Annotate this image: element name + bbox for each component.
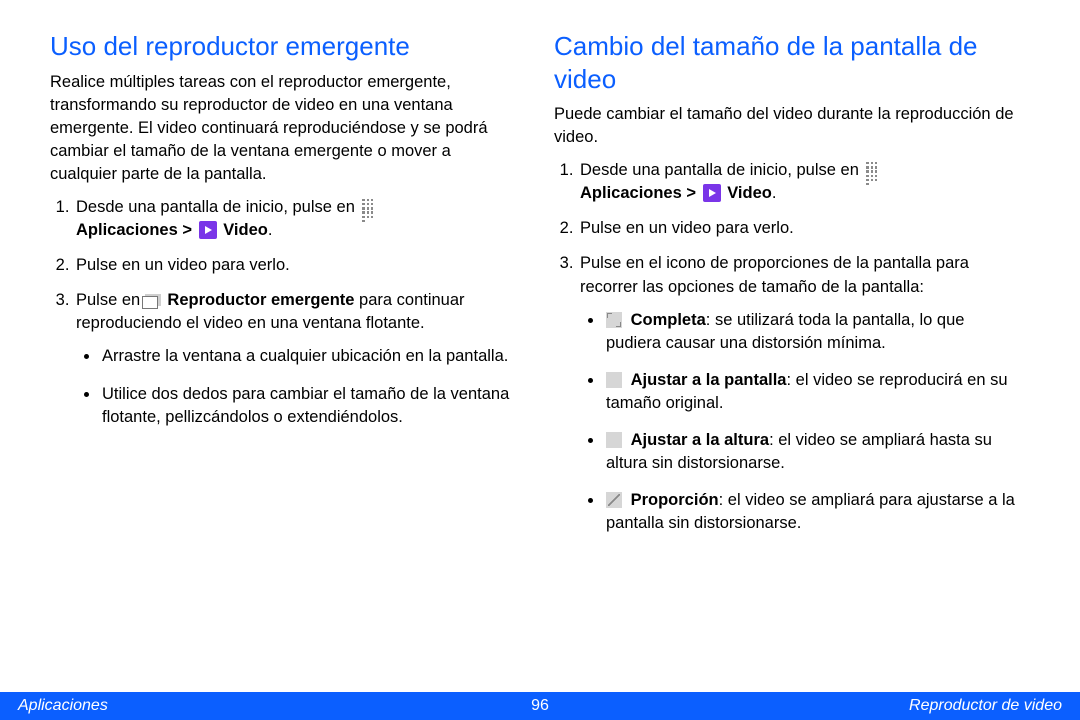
sub-bullets: Arrastre la ventana a cualquier ubicació…: [76, 345, 520, 428]
video-label: Video: [223, 221, 268, 239]
apps-label: Aplicaciones >: [76, 221, 192, 239]
opt-label: Ajustar a la pantalla: [631, 371, 787, 389]
apps-grid-icon: [865, 161, 881, 177]
apps-grid-icon: [361, 198, 377, 214]
manual-page: Uso del reproductor emergente Realice mú…: [0, 0, 1080, 720]
video-label: Video: [727, 184, 772, 202]
left-column: Uso del reproductor emergente Realice mú…: [50, 30, 520, 549]
step-text: Pulse en el icono de proporciones de la …: [580, 254, 969, 295]
video-play-icon: [703, 184, 721, 202]
opt-label: Completa: [631, 311, 706, 329]
heading-popup-player: Uso del reproductor emergente: [50, 30, 520, 63]
intro-paragraph: Puede cambiar el tamaño del video durant…: [554, 103, 1024, 149]
opt-fit-height: Ajustar a la altura: el video se ampliar…: [604, 429, 1024, 475]
step-text: Pulse en: [76, 291, 140, 309]
popup-window-icon: [145, 294, 161, 306]
fit-height-icon: [606, 432, 622, 448]
fullscreen-icon: [606, 312, 622, 328]
step-3: Pulse en el icono de proporciones de la …: [578, 252, 1024, 535]
steps-list: Desde una pantalla de inicio, pulse en A…: [554, 159, 1024, 535]
bullet-drag: Arrastre la ventana a cualquier ubicació…: [100, 345, 520, 368]
aspect-options: Completa: se utilizará toda la pantalla,…: [580, 309, 1024, 536]
page-number: 96: [0, 697, 1080, 715]
apps-label: Aplicaciones >: [580, 184, 696, 202]
fit-screen-icon: [606, 372, 622, 388]
step-1: Desde una pantalla de inicio, pulse en A…: [74, 196, 520, 242]
step-3: Pulse en Reproductor emergente para cont…: [74, 289, 520, 428]
opt-ratio: Proporción: el video se ampliará para aj…: [604, 489, 1024, 535]
opt-fit-screen: Ajustar a la pantalla: el video se repro…: [604, 369, 1024, 415]
video-play-icon: [199, 221, 217, 239]
popup-label: Reproductor emergente: [167, 291, 354, 309]
two-column-layout: Uso del reproductor emergente Realice mú…: [50, 30, 1030, 549]
heading-resize-video: Cambio del tamaño de la pantalla de vide…: [554, 30, 1024, 95]
opt-label: Ajustar a la altura: [631, 431, 769, 449]
step-2: Pulse en un video para verlo.: [578, 217, 1024, 240]
step-2: Pulse en un video para verlo.: [74, 254, 520, 277]
step-text: Desde una pantalla de inicio, pulse en: [580, 161, 859, 179]
opt-full: Completa: se utilizará toda la pantalla,…: [604, 309, 1024, 355]
ratio-icon: [606, 492, 622, 508]
step-1: Desde una pantalla de inicio, pulse en A…: [578, 159, 1024, 205]
bullet-pinch: Utilice dos dedos para cambiar el tamaño…: [100, 383, 520, 429]
intro-paragraph: Realice múltiples tareas con el reproduc…: [50, 71, 520, 186]
steps-list: Desde una pantalla de inicio, pulse en A…: [50, 196, 520, 429]
right-column: Cambio del tamaño de la pantalla de vide…: [554, 30, 1024, 549]
step-text: Desde una pantalla de inicio, pulse en: [76, 198, 355, 216]
opt-label: Proporción: [631, 491, 719, 509]
page-footer: Aplicaciones 96 Reproductor de video: [0, 692, 1080, 720]
